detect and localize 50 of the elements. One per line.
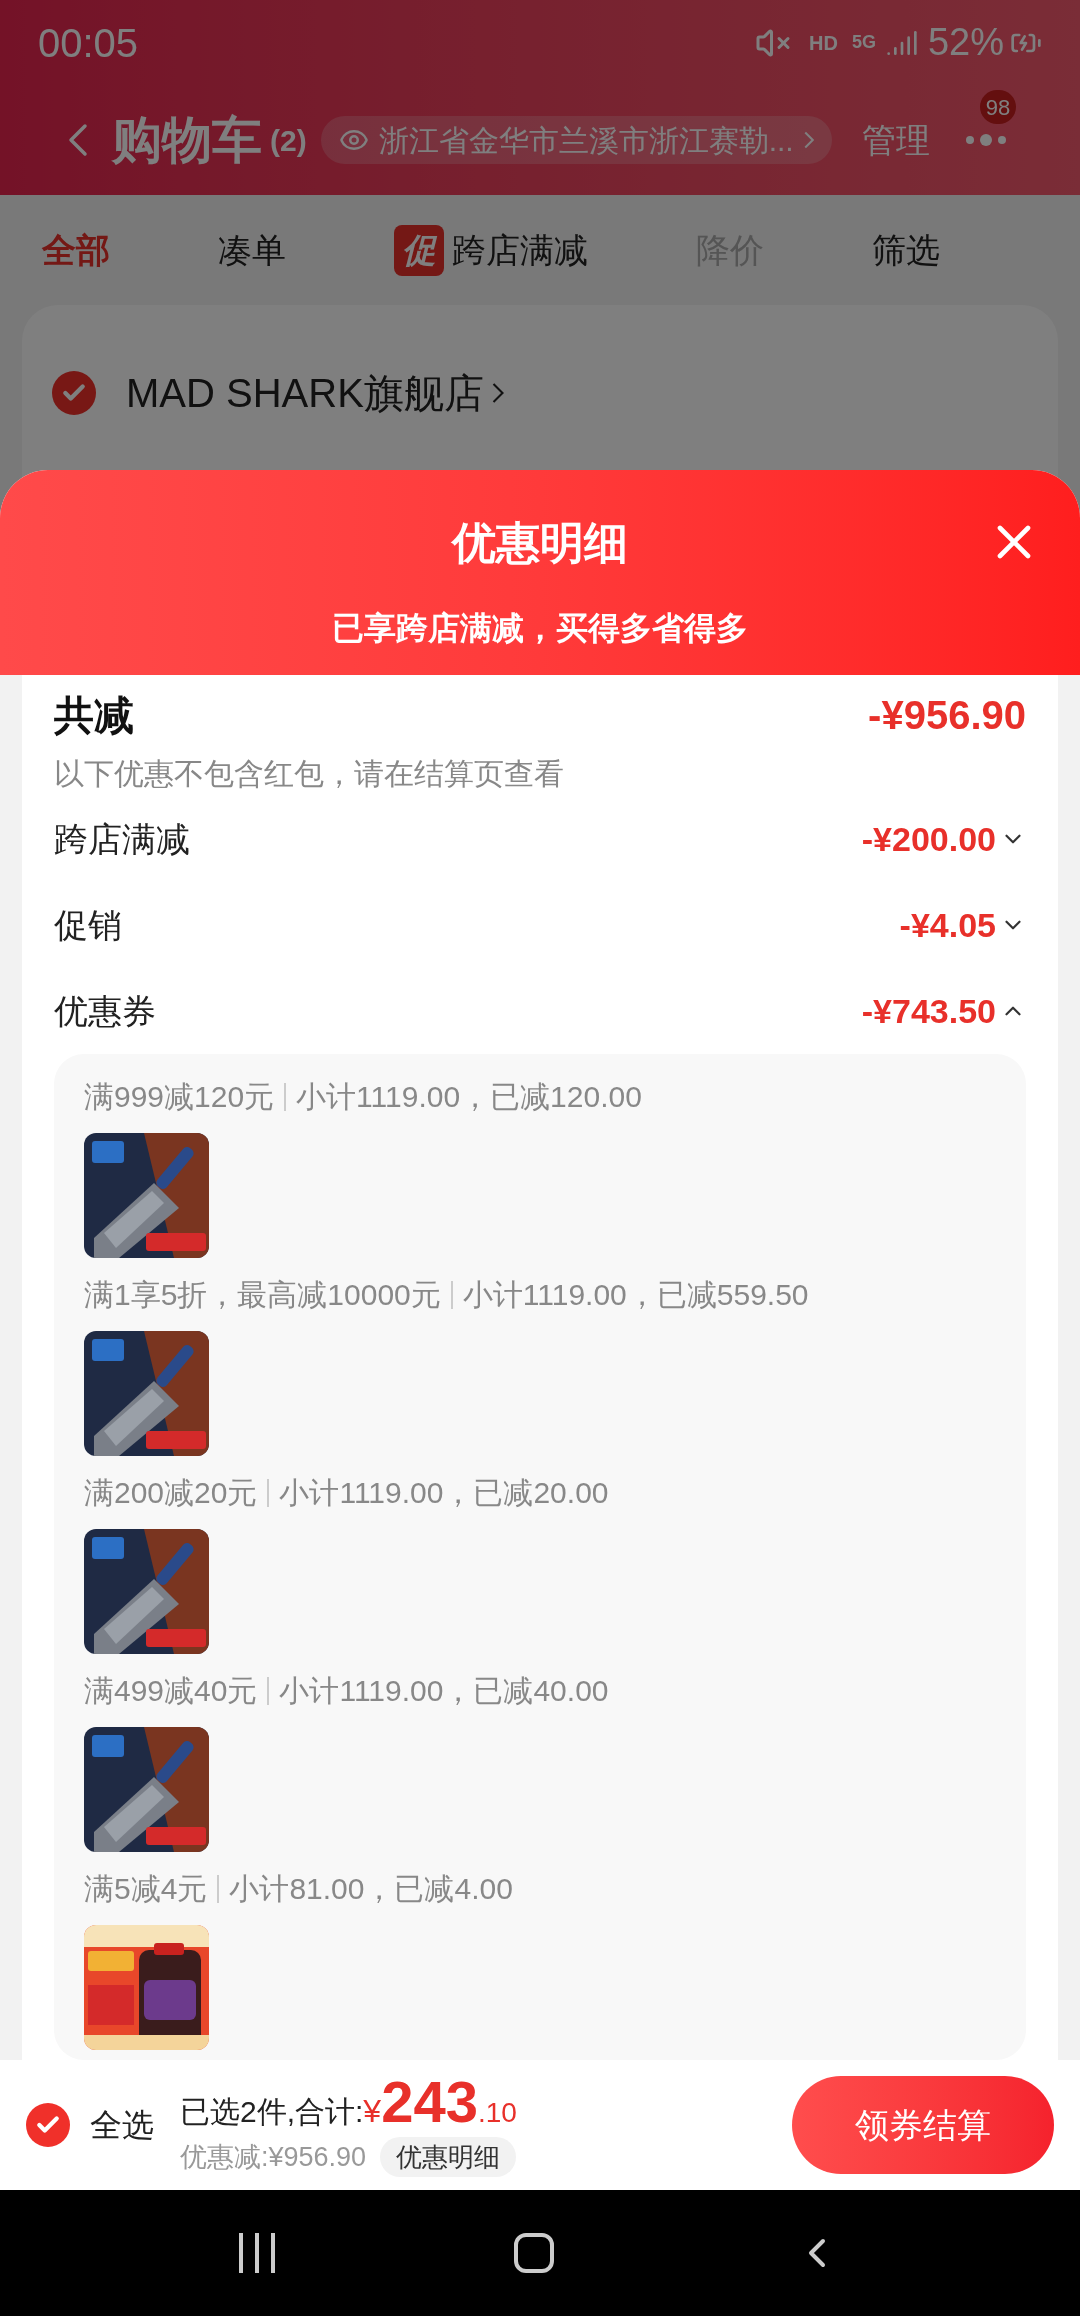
item-count: (2) [270, 122, 307, 159]
sheet-subtitle: 已享跨店满减，买得多省得多 [332, 609, 748, 648]
select-all-label[interactable]: 全选 [90, 2101, 154, 2149]
coupon-rule: 满5减4元 [84, 1871, 208, 1907]
details-button[interactable]: 优惠明细 [380, 2137, 517, 2177]
coupon-detail: 小计1119.00，已减120.00 [296, 1079, 642, 1115]
network-label: HD [809, 30, 838, 56]
promo-badge: 促 [394, 224, 444, 276]
summary-text: 已选2件,合计: [180, 2093, 364, 2130]
coupon-detail: 小计1119.00，已减20.00 [279, 1475, 609, 1511]
home-icon[interactable] [514, 2233, 554, 2273]
network-label: 5G [851, 31, 876, 54]
chevron-icon [803, 131, 814, 149]
checkbox[interactable] [26, 2103, 70, 2147]
coupon-rule: 满499减40元 [84, 1673, 258, 1709]
page-title: 购物车 [112, 110, 262, 170]
checkout-button[interactable]: 领券结算 [792, 2076, 1054, 2174]
discount-amount: -¥4.05 [899, 904, 996, 946]
discount-amount: -¥743.50 [861, 990, 996, 1032]
coupon-detail: 小计1119.00，已减40.00 [279, 1673, 609, 1709]
filter-tab[interactable]: 促 跨店满减 [394, 224, 588, 276]
note-text: 以下优惠不包含红包，请在结算页查看 [54, 756, 565, 792]
store-name[interactable]: MAD SHARK旗舰店 [126, 363, 504, 423]
chevron-icon [491, 382, 504, 404]
total-label: 共减 [54, 692, 134, 739]
filter-tab[interactable]: 筛选 [872, 224, 940, 276]
coupon-detail: 小计81.00，已减4.00 [229, 1871, 513, 1907]
total-amount: -¥956.90 [868, 692, 1026, 739]
filter-tab[interactable]: 凑单 [218, 224, 286, 276]
manage-link[interactable]: 管理 [861, 114, 930, 166]
discount-amount: -¥200.00 [861, 818, 996, 860]
discount-row[interactable]: 促销 -¥4.05 [54, 882, 1026, 968]
clock: 00:05 [38, 19, 139, 67]
discount-label: 优惠券 [54, 990, 157, 1032]
coupon-rule: 满1享5折，最高减10000元 [84, 1277, 441, 1313]
battery-percent: 52% [927, 20, 1004, 65]
discount-label: 促销 [54, 904, 123, 946]
saved-amount: 优惠减:¥956.90 [180, 2140, 367, 2174]
coupon-rule: 满999减120元 [84, 1079, 275, 1115]
recent-apps-icon[interactable] [239, 2233, 276, 2273]
coupon-detail: 小计1119.00，已减559.50 [462, 1277, 809, 1313]
checkbox[interactable] [52, 371, 96, 415]
notification-badge: 98 [979, 90, 1017, 124]
filter-tab[interactable]: 全部 [42, 224, 110, 276]
sheet-title: 优惠明细 [452, 517, 628, 569]
discount-row[interactable]: 优惠券 -¥743.50 [54, 968, 1026, 1054]
coupon-rule: 满200减20元 [84, 1475, 258, 1511]
discount-row[interactable]: 跨店满减 -¥200.00 [54, 796, 1026, 882]
discount-label: 跨店满减 [54, 818, 191, 860]
price: ¥243.10 [363, 2072, 517, 2135]
